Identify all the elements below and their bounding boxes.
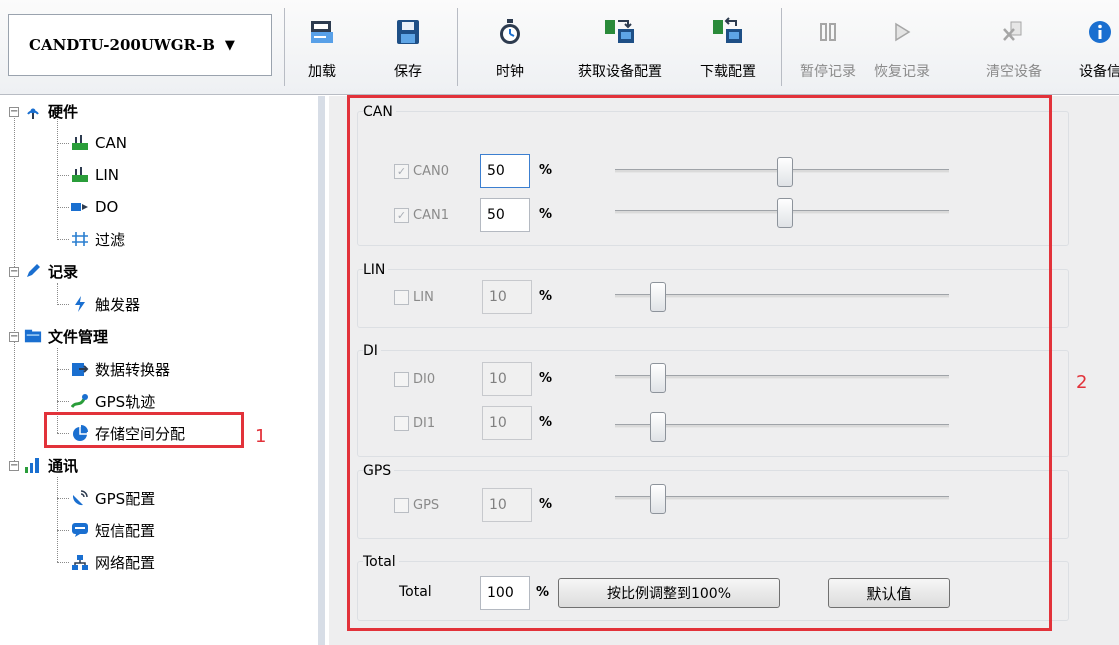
tree-connector [57,562,69,563]
save-button[interactable]: 保存 [386,12,430,88]
tree-connector [57,175,69,176]
converter-icon [71,360,89,378]
panel-splitter[interactable] [318,96,325,645]
tree-item-network-config[interactable]: 网络配置 [71,550,155,574]
device-info-button[interactable]: 设备信 [1070,12,1119,88]
tree-connector [57,498,69,499]
floppy-save-icon [391,12,425,52]
tree-item-filter[interactable]: 过滤 [71,227,125,251]
info-icon [1083,12,1117,52]
device-download-icon [711,12,745,52]
load-button[interactable]: 加载 [300,12,344,88]
tree-connector [57,401,69,402]
tree-connector [57,207,69,208]
lightning-icon [71,295,89,313]
tree-item-sms-config[interactable]: 短信配置 [71,518,155,542]
tree-item-communication[interactable]: 通讯 [24,453,78,477]
can-icon [71,134,89,152]
tree-connector [57,283,58,303]
folder-icon [24,327,42,345]
device-read-icon [603,12,637,52]
dropdown-arrow-icon: ▼ [224,37,235,53]
tree-connector [57,239,69,240]
gps-track-icon [71,392,89,410]
tree-connector [57,530,69,531]
do-icon [71,198,89,216]
tree-connector [57,143,69,144]
toolbar-separator [457,8,458,86]
satellite-dish-icon [71,489,89,507]
tree-item-do[interactable]: DO [71,195,118,219]
tree-item-trigger[interactable]: 触发器 [71,292,140,316]
pause-icon [811,12,845,52]
clear-device-icon [997,12,1031,52]
toolbar-separator [781,8,782,86]
get-device-config-button[interactable]: 获取设备配置 [560,12,680,88]
highlight-box-storage-item [44,412,244,448]
tree-item-hardware[interactable]: 硬件 [24,99,78,123]
navigation-tree: − 硬件 CAN LIN DO 过滤 − 记录 触发器 − 文件管理 数据转换器 [0,96,318,645]
tree-item-record[interactable]: 记录 [24,259,78,283]
clock-button[interactable]: 时钟 [488,12,532,88]
collapse-icon[interactable]: − [9,461,19,471]
message-icon [71,521,89,539]
device-name: CANDTU-200UWGR-B [29,36,215,54]
tree-item-gps-config[interactable]: GPS配置 [71,486,155,510]
lin-icon [71,166,89,184]
tree-connector [14,111,15,469]
tree-connector [57,369,69,370]
filter-icon [71,230,89,248]
folder-open-icon [305,12,339,52]
signal-bars-icon [24,456,42,474]
resume-icon [885,12,919,52]
tree-item-gps-track[interactable]: GPS轨迹 [71,389,155,413]
collapse-icon[interactable]: − [9,332,19,342]
clear-device-button[interactable]: 清空设备 [978,12,1050,88]
network-icon [71,553,89,571]
pause-record-button[interactable]: 暂停记录 [792,12,864,88]
tree-connector [57,477,58,562]
annotation-label-2: 2 [1076,372,1088,393]
device-select[interactable]: CANDTU-200UWGR-B ▼ [8,14,272,76]
toolbar-separator [284,8,285,86]
collapse-icon[interactable]: − [9,267,19,277]
tree-item-file-management[interactable]: 文件管理 [24,324,108,348]
toolbar: CANDTU-200UWGR-B ▼ 加载 保存 时钟 获取设备配置 下载配置 [0,0,1119,95]
tree-item-can[interactable]: CAN [71,131,127,155]
hardware-icon [24,102,42,120]
stopwatch-icon [493,12,527,52]
annotation-label-1: 1 [255,426,267,447]
resume-record-button[interactable]: 恢复记录 [866,12,938,88]
tree-connector [57,304,69,305]
download-config-button[interactable]: 下载配置 [684,12,772,88]
highlight-box-panel [347,95,1052,631]
tree-item-lin[interactable]: LIN [71,163,119,187]
tree-item-data-converter[interactable]: 数据转换器 [71,357,170,381]
pencil-icon [24,262,42,280]
collapse-icon[interactable]: − [9,107,19,117]
